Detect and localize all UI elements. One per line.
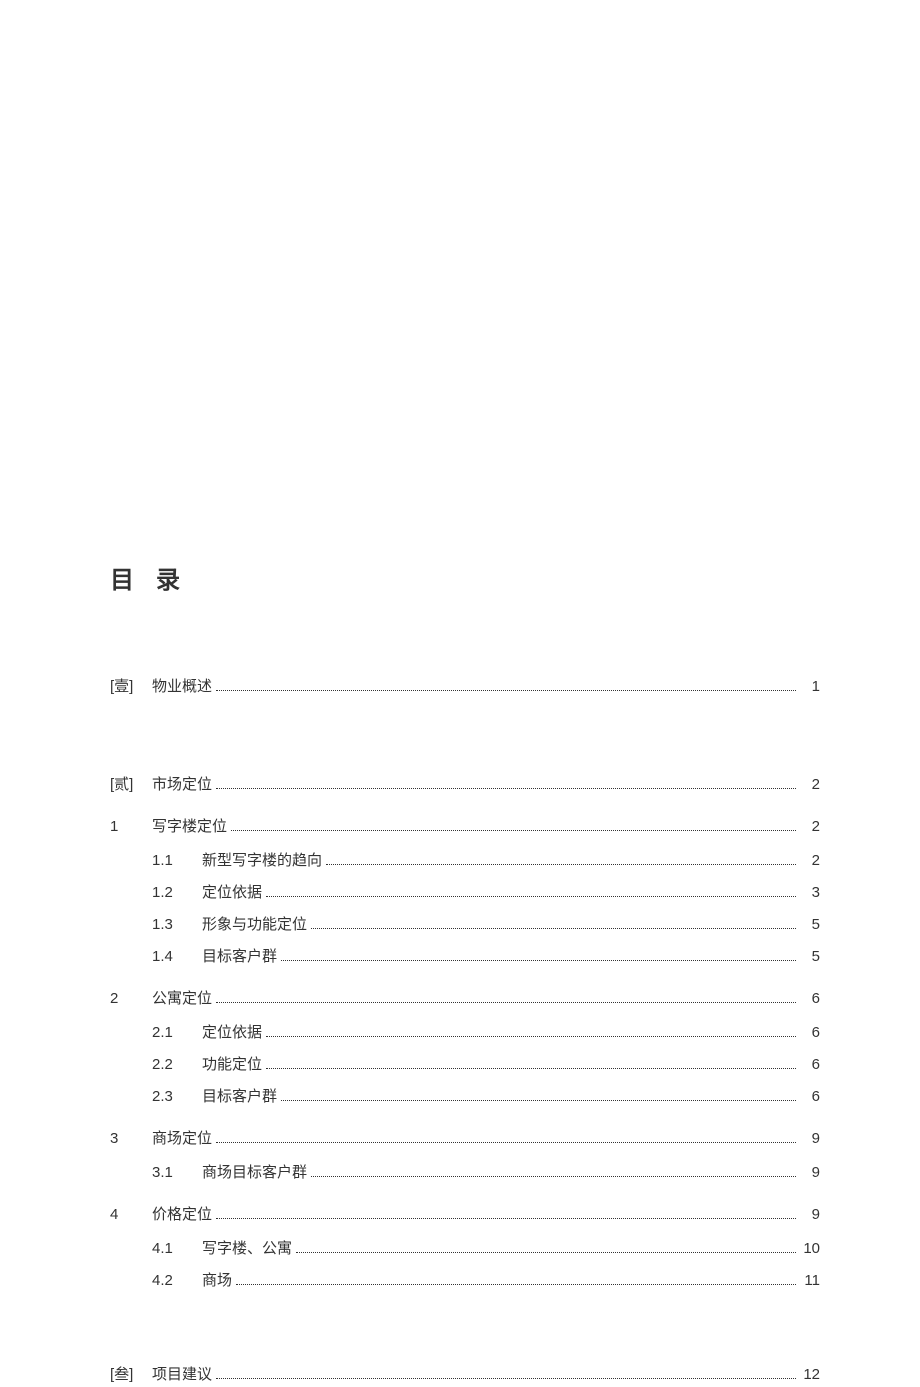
toc-subnumber: 4.2 xyxy=(152,1269,202,1293)
toc-leader-dots xyxy=(216,1142,796,1143)
toc-entry: 1.3形象与功能定位 5 xyxy=(152,913,820,937)
toc-page-number: 6 xyxy=(800,1021,820,1045)
toc-leader-dots xyxy=(266,1068,796,1069)
toc-page-number: 1 xyxy=(800,675,820,699)
toc-entry: 4.1写字楼、公寓 10 xyxy=(152,1237,820,1261)
toc-label: 市场定位 xyxy=(152,773,212,797)
toc-entry: 3.1商场目标客户群 9 xyxy=(152,1161,820,1185)
toc-entry: 4.2商场 11 xyxy=(152,1269,820,1293)
toc-label: 公寓定位 xyxy=(152,987,212,1011)
toc-leader-dots xyxy=(281,1100,796,1101)
toc-subnumber: 3.1 xyxy=(152,1161,202,1185)
toc-label: 商场目标客户群 xyxy=(202,1161,307,1185)
toc-subnumber: 4.1 xyxy=(152,1237,202,1261)
toc-page-number: 10 xyxy=(800,1237,820,1261)
toc-marker: 4 xyxy=(110,1203,152,1227)
document-page: 目 录 [壹]物业概述1[贰]市场定位21写字楼定位21.1新型写字楼的趋向21… xyxy=(0,0,920,1387)
toc-leader-dots xyxy=(311,1176,796,1177)
toc-label: 形象与功能定位 xyxy=(202,913,307,937)
toc-entry: 2.3目标客户群 6 xyxy=(152,1085,820,1109)
toc-leader-dots xyxy=(231,830,796,831)
toc-leader-dots xyxy=(216,1002,796,1003)
toc-title: 目 录 xyxy=(110,560,820,595)
toc-page-number: 9 xyxy=(800,1203,820,1227)
toc-label: 新型写字楼的趋向 xyxy=(202,849,322,873)
toc-page-number: 6 xyxy=(800,1085,820,1109)
toc-leader-dots xyxy=(266,896,796,897)
toc-leader-dots xyxy=(311,928,796,929)
toc-label: 物业概述 xyxy=(152,675,212,699)
toc-leader-dots xyxy=(236,1284,796,1285)
toc-label: 价格定位 xyxy=(152,1203,212,1227)
toc-label: 功能定位 xyxy=(202,1053,262,1077)
toc-page-number: 2 xyxy=(800,773,820,797)
toc-leader-dots xyxy=(266,1036,796,1037)
toc-leader-dots xyxy=(281,960,796,961)
toc-entry: 2.1定位依据 6 xyxy=(152,1021,820,1045)
toc-page-number: 12 xyxy=(800,1363,820,1387)
toc-page-number: 9 xyxy=(800,1127,820,1151)
toc-entry: 1.1新型写字楼的趋向 2 xyxy=(152,849,820,873)
toc-label: 目标客户群 xyxy=(202,1085,277,1109)
section-gap xyxy=(110,711,820,743)
table-of-contents: [壹]物业概述1[贰]市场定位21写字楼定位21.1新型写字楼的趋向21.2定位… xyxy=(110,675,820,1387)
toc-page-number: 3 xyxy=(800,881,820,905)
toc-page-number: 6 xyxy=(800,987,820,1011)
toc-subnumber: 1.2 xyxy=(152,881,202,905)
toc-page-number: 6 xyxy=(800,1053,820,1077)
toc-leader-dots xyxy=(216,690,796,691)
toc-subnumber: 2.2 xyxy=(152,1053,202,1077)
toc-label: 商场 xyxy=(202,1269,232,1293)
toc-label: 写字楼、公寓 xyxy=(202,1237,292,1261)
toc-marker: 2 xyxy=(110,987,152,1011)
toc-entry: 4价格定位 9 xyxy=(110,1203,820,1227)
toc-marker: [叁] xyxy=(110,1363,152,1387)
toc-label: 定位依据 xyxy=(202,1021,262,1045)
toc-label: 商场定位 xyxy=(152,1127,212,1151)
toc-label: 定位依据 xyxy=(202,881,262,905)
toc-subnumber: 1.4 xyxy=(152,945,202,969)
toc-entry: 1写字楼定位 2 xyxy=(110,815,820,839)
toc-entry: 1.2定位依据 3 xyxy=(152,881,820,905)
toc-label: 项目建议 xyxy=(152,1363,212,1387)
toc-page-number: 9 xyxy=(800,1161,820,1185)
toc-leader-dots xyxy=(296,1252,796,1253)
toc-entry: [壹]物业概述 1 xyxy=(110,675,820,699)
toc-marker: [壹] xyxy=(110,675,152,699)
toc-entry: [叁]项目建议 12 xyxy=(110,1363,820,1387)
toc-page-number: 5 xyxy=(800,945,820,969)
toc-subnumber: 1.1 xyxy=(152,849,202,873)
toc-page-number: 5 xyxy=(800,913,820,937)
toc-marker: 3 xyxy=(110,1127,152,1151)
toc-page-number: 2 xyxy=(800,815,820,839)
toc-marker: 1 xyxy=(110,815,152,839)
toc-entry: [贰]市场定位 2 xyxy=(110,773,820,797)
toc-label: 写字楼定位 xyxy=(152,815,227,839)
toc-label: 目标客户群 xyxy=(202,945,277,969)
toc-entry: 1.4目标客户群 5 xyxy=(152,945,820,969)
toc-entry: 3商场定位 9 xyxy=(110,1127,820,1151)
toc-entry: 2.2功能定位 6 xyxy=(152,1053,820,1077)
toc-leader-dots xyxy=(216,1378,796,1379)
toc-leader-dots xyxy=(326,864,796,865)
toc-marker: [贰] xyxy=(110,773,152,797)
toc-page-number: 2 xyxy=(800,849,820,873)
toc-entry: 2公寓定位 6 xyxy=(110,987,820,1011)
toc-leader-dots xyxy=(216,788,796,789)
toc-page-number: 11 xyxy=(800,1269,820,1293)
toc-leader-dots xyxy=(216,1218,796,1219)
section-gap xyxy=(110,1301,820,1333)
toc-subnumber: 2.3 xyxy=(152,1085,202,1109)
toc-subnumber: 1.3 xyxy=(152,913,202,937)
toc-subnumber: 2.1 xyxy=(152,1021,202,1045)
